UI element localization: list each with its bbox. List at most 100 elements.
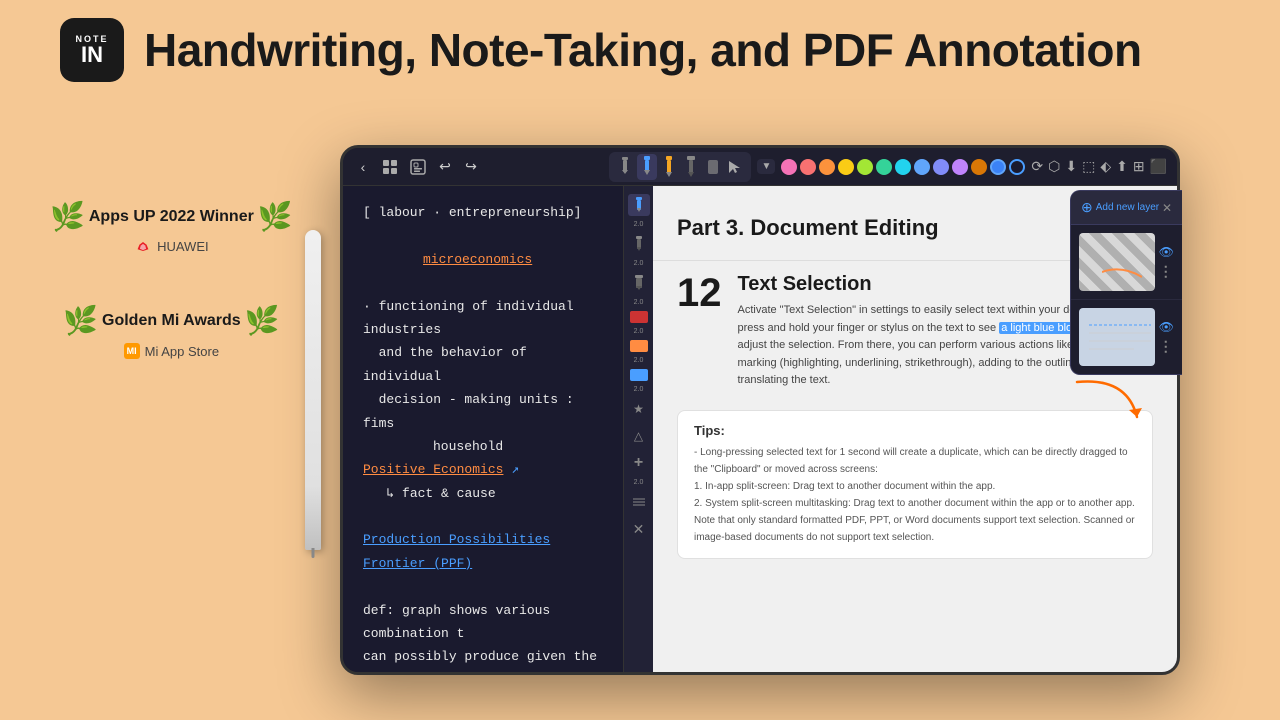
color-dark-circle[interactable] <box>1009 159 1025 175</box>
award-2-brand: MI Mi App Store <box>124 343 219 359</box>
pen-tool-1[interactable] <box>637 154 657 180</box>
layer-item-2: 👁 ⋮ <box>1071 300 1182 374</box>
tips-body: - Long-pressing selected text for 1 seco… <box>694 444 1136 546</box>
side-pen-1[interactable] <box>628 194 650 216</box>
doc-part-label: Part 3. Document Editing <box>677 215 939 241</box>
export-icon[interactable]: ⬆ <box>1116 158 1128 175</box>
add-icon: ⊕ <box>1081 199 1093 216</box>
layer-thumb-1 <box>1079 233 1155 291</box>
side-label-6: 2.0 <box>634 386 644 393</box>
layers-icon[interactable]: ⊞ <box>1133 158 1145 175</box>
side-pen-2[interactable] <box>628 233 650 255</box>
laurel-left-icon: 🌿 <box>50 200 85 233</box>
sync-icon[interactable]: ⟳ <box>1031 158 1043 175</box>
hw-microeconomics: microeconomics <box>423 248 601 271</box>
side-orange-block[interactable] <box>630 340 648 352</box>
hw-def2: can possibly produce given the availab <box>363 645 601 672</box>
hw-functioning: · functioning of individual industries <box>363 295 601 342</box>
eraser-tool[interactable] <box>703 154 723 180</box>
hw-behavior: and the behavior of individual <box>363 341 601 388</box>
stylus <box>305 230 321 550</box>
side-triangle-icon[interactable]: △ <box>628 425 650 447</box>
side-lines-icon[interactable] <box>628 491 650 513</box>
color-teal[interactable] <box>876 159 892 175</box>
layer-thumb-2 <box>1079 308 1155 366</box>
crop-icon[interactable]: ⬚ <box>1082 158 1095 175</box>
color-violet[interactable] <box>952 159 968 175</box>
tablet-toolbar: ‹ ↩ ↪ <box>343 148 1177 186</box>
right-toolbar: ⟳ ⬡ ⬇ ⬚ ⬖ ⬆ ⊞ ⬛ <box>1031 158 1167 175</box>
color-pink[interactable] <box>781 159 797 175</box>
side-label-2: 2.0 <box>634 260 644 267</box>
color-cyan[interactable] <box>895 159 911 175</box>
stylus-tip <box>312 548 315 558</box>
split-icon[interactable]: ⬛ <box>1150 158 1167 175</box>
award-1: 🌿 Apps UP 2022 Winner 🌿 HUAWEI <box>50 200 293 254</box>
award-2: 🌿 Golden Mi Awards 🌿 MI Mi App Store <box>50 304 293 359</box>
tablet-wrapper: ‹ ↩ ↪ <box>340 145 1180 675</box>
hw-micro-label: microeconomics <box>423 252 532 267</box>
add-layer-button[interactable]: ⊕ Add new layer <box>1081 199 1159 216</box>
tablet-frame: ‹ ↩ ↪ <box>340 145 1180 675</box>
side-pen-3[interactable] <box>628 272 650 294</box>
layer-2-controls: 👁 ⋮ <box>1159 320 1174 355</box>
award-1-laurel: 🌿 Apps UP 2022 Winner 🌿 <box>50 200 293 233</box>
hw-decision: decision - making units : fims <box>363 388 601 435</box>
outline-button[interactable] <box>407 156 429 178</box>
hw-positive-label: Positive Economics <box>363 462 503 477</box>
side-close-icon[interactable]: ✕ <box>628 518 650 540</box>
insert-tool[interactable] <box>615 154 635 180</box>
pen-tool-3[interactable] <box>681 154 701 180</box>
layer-close-button[interactable]: ✕ <box>1162 201 1172 215</box>
mi-logo-icon: MI <box>124 343 140 359</box>
award-2-title: Golden Mi Awards <box>102 312 241 330</box>
color-yellow[interactable] <box>838 159 854 175</box>
color-dark-blue[interactable] <box>990 159 1006 175</box>
side-star-icon[interactable]: ★ <box>628 398 650 420</box>
undo-button[interactable]: ↩ <box>435 157 455 177</box>
award-1-brand-name: HUAWEI <box>157 239 209 254</box>
color-lime[interactable] <box>857 159 873 175</box>
side-label-5: 2.0 <box>634 357 644 364</box>
pen-tool-2[interactable] <box>659 154 679 180</box>
tablet-content: [ labour · entrepreneurship] microeconom… <box>343 186 1177 672</box>
color-blue[interactable] <box>914 159 930 175</box>
page-title: Handwriting, Note-Taking, and PDF Annota… <box>144 23 1142 77</box>
layer-2-eye-icon[interactable]: 👁 <box>1159 320 1174 334</box>
tips-box: Tips: - Long-pressing selected text for … <box>677 410 1153 559</box>
app-logo: NOTE IN <box>60 18 124 82</box>
select-tool[interactable] <box>725 154 745 180</box>
back-button[interactable]: ‹ <box>353 157 373 177</box>
layer-2-more-icon[interactable]: ⋮ <box>1159 338 1174 355</box>
side-blue-block[interactable] <box>630 369 648 381</box>
bookmark-icon[interactable]: ⬖ <box>1100 158 1111 175</box>
layer-1-more-icon[interactable]: ⋮ <box>1159 263 1174 280</box>
redo-button[interactable]: ↪ <box>461 157 481 177</box>
laurel-right-2-icon: 🌿 <box>245 304 280 337</box>
hw-fact: ↳ fact & cause <box>363 482 601 505</box>
hw-household: household <box>433 435 601 458</box>
handwriting-panel: [ labour · entrepreneurship] microeconom… <box>343 186 653 672</box>
side-label-7: 2.0 <box>634 479 644 486</box>
share-icon[interactable]: ⬡ <box>1048 158 1060 175</box>
award-1-title: Apps UP 2022 Winner <box>89 208 254 226</box>
award-1-brand: HUAWEI <box>134 239 209 254</box>
layer-1-eye-icon[interactable]: 👁 <box>1159 245 1174 259</box>
color-amber[interactable] <box>971 159 987 175</box>
color-red[interactable] <box>800 159 816 175</box>
doc-part-title: Document Editing <box>750 215 938 240</box>
add-layer-label: Add new layer <box>1096 202 1159 213</box>
award-2-laurel: 🌿 Golden Mi Awards 🌿 <box>63 304 279 337</box>
color-indigo[interactable] <box>933 159 949 175</box>
color-orange[interactable] <box>819 159 835 175</box>
grid-view-button[interactable] <box>379 156 401 178</box>
pen-tools-group <box>609 152 751 182</box>
side-label-3: 2.0 <box>634 299 644 306</box>
logo-in-text: IN <box>81 44 103 66</box>
color-dropdown[interactable]: ▼ <box>757 159 775 174</box>
side-plus-icon[interactable]: + <box>628 452 650 474</box>
hw-arrow-1: ↗ <box>511 462 519 477</box>
huawei-logo-icon <box>134 241 152 253</box>
import-icon[interactable]: ⬇ <box>1065 158 1077 175</box>
side-red-block[interactable] <box>630 311 648 323</box>
